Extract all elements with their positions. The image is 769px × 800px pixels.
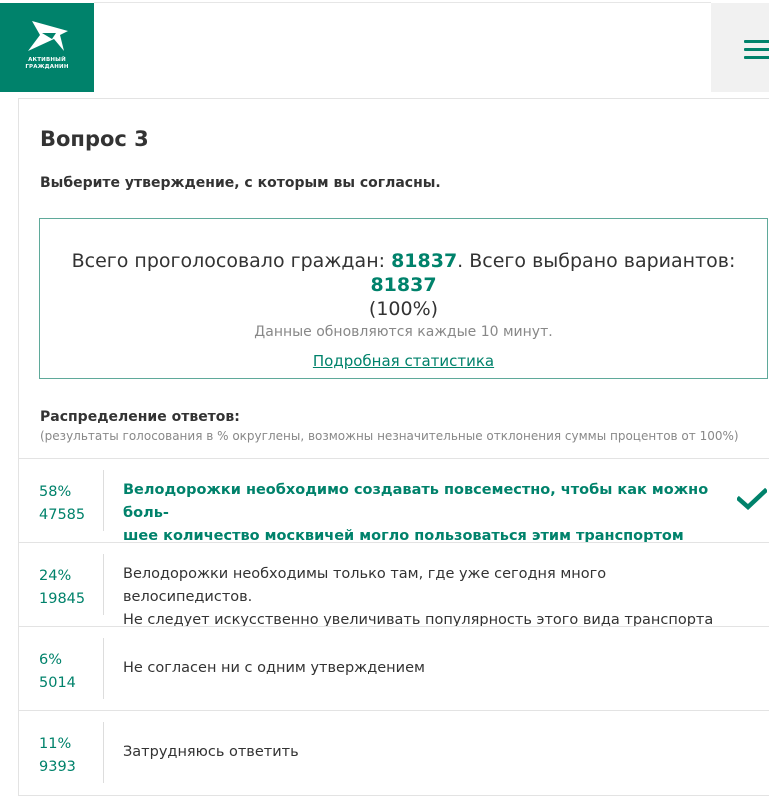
question-text: Выберите утверждение, с которым вы согла… [40, 175, 441, 191]
answer-divider [103, 638, 104, 699]
voting-totals: Всего проголосовало граждан: 81837. Всег… [71, 250, 736, 320]
header: АКТИВНЫЙ ГРАЖДАНИН [0, 0, 769, 92]
answer-row: 6% 5014 Не согласен ни с одним утвержден… [19, 626, 769, 710]
hamburger-menu-icon[interactable] [711, 3, 769, 92]
total-percent: (100%) [368, 298, 439, 320]
answer-divider [103, 470, 104, 531]
answer-divider [103, 722, 104, 783]
answer-percent: 11% [39, 736, 72, 752]
answer-stats: 24% 19845 [39, 565, 101, 611]
header-divider [94, 2, 711, 3]
options-count: 81837 [370, 274, 437, 296]
answer-percent: 24% [39, 568, 72, 584]
answer-stats: 6% 5014 [39, 649, 101, 695]
answer-count: 9393 [39, 759, 76, 775]
answer-text: Велодорожки необходимо создавать повсеме… [123, 482, 709, 544]
voted-count: 81837 [391, 250, 458, 272]
voting-stats-box: Всего проголосовало граждан: 81837. Всег… [39, 218, 768, 379]
question-card: Вопрос 3 Выберите утверждение, с которым… [18, 98, 769, 796]
logo[interactable]: АКТИВНЫЙ ГРАЖДАНИН [0, 3, 94, 92]
answer-text: Велодорожки необходимы только там, где у… [123, 566, 714, 628]
detailed-stats-link[interactable]: Подробная статистика [313, 352, 494, 370]
distribution-note: (результаты голосования в % округлены, в… [40, 429, 739, 443]
answer-text: Затрудняюсь ответить [123, 744, 299, 760]
logo-mark-icon [28, 21, 68, 51]
answers-list: 58% 47585 Велодорожки необходимо создава… [19, 458, 769, 794]
answer-row: 11% 9393 Затрудняюсь ответить [19, 710, 769, 794]
answer-divider [103, 554, 104, 615]
distribution-title: Распределение ответов: [40, 409, 240, 425]
answer-count: 19845 [39, 591, 86, 607]
answer-count: 5014 [39, 675, 76, 691]
question-title: Вопрос 3 [40, 127, 149, 151]
answer-stats: 11% 9393 [39, 733, 101, 779]
answer-row: 24% 19845 Велодорожки необходимы только … [19, 542, 769, 628]
checkmark-icon [737, 488, 767, 510]
answer-percent: 58% [39, 484, 72, 500]
logo-text: АКТИВНЫЙ ГРАЖДАНИН [25, 57, 69, 70]
answer-count: 47585 [39, 507, 86, 523]
answer-stats: 58% 47585 [39, 481, 101, 527]
answer-text: Не согласен ни с одним утверждением [123, 660, 425, 676]
update-note: Данные обновляются каждые 10 минут. [254, 324, 553, 340]
answer-percent: 6% [39, 652, 63, 668]
answer-row: 58% 47585 Велодорожки необходимо создава… [19, 458, 769, 544]
